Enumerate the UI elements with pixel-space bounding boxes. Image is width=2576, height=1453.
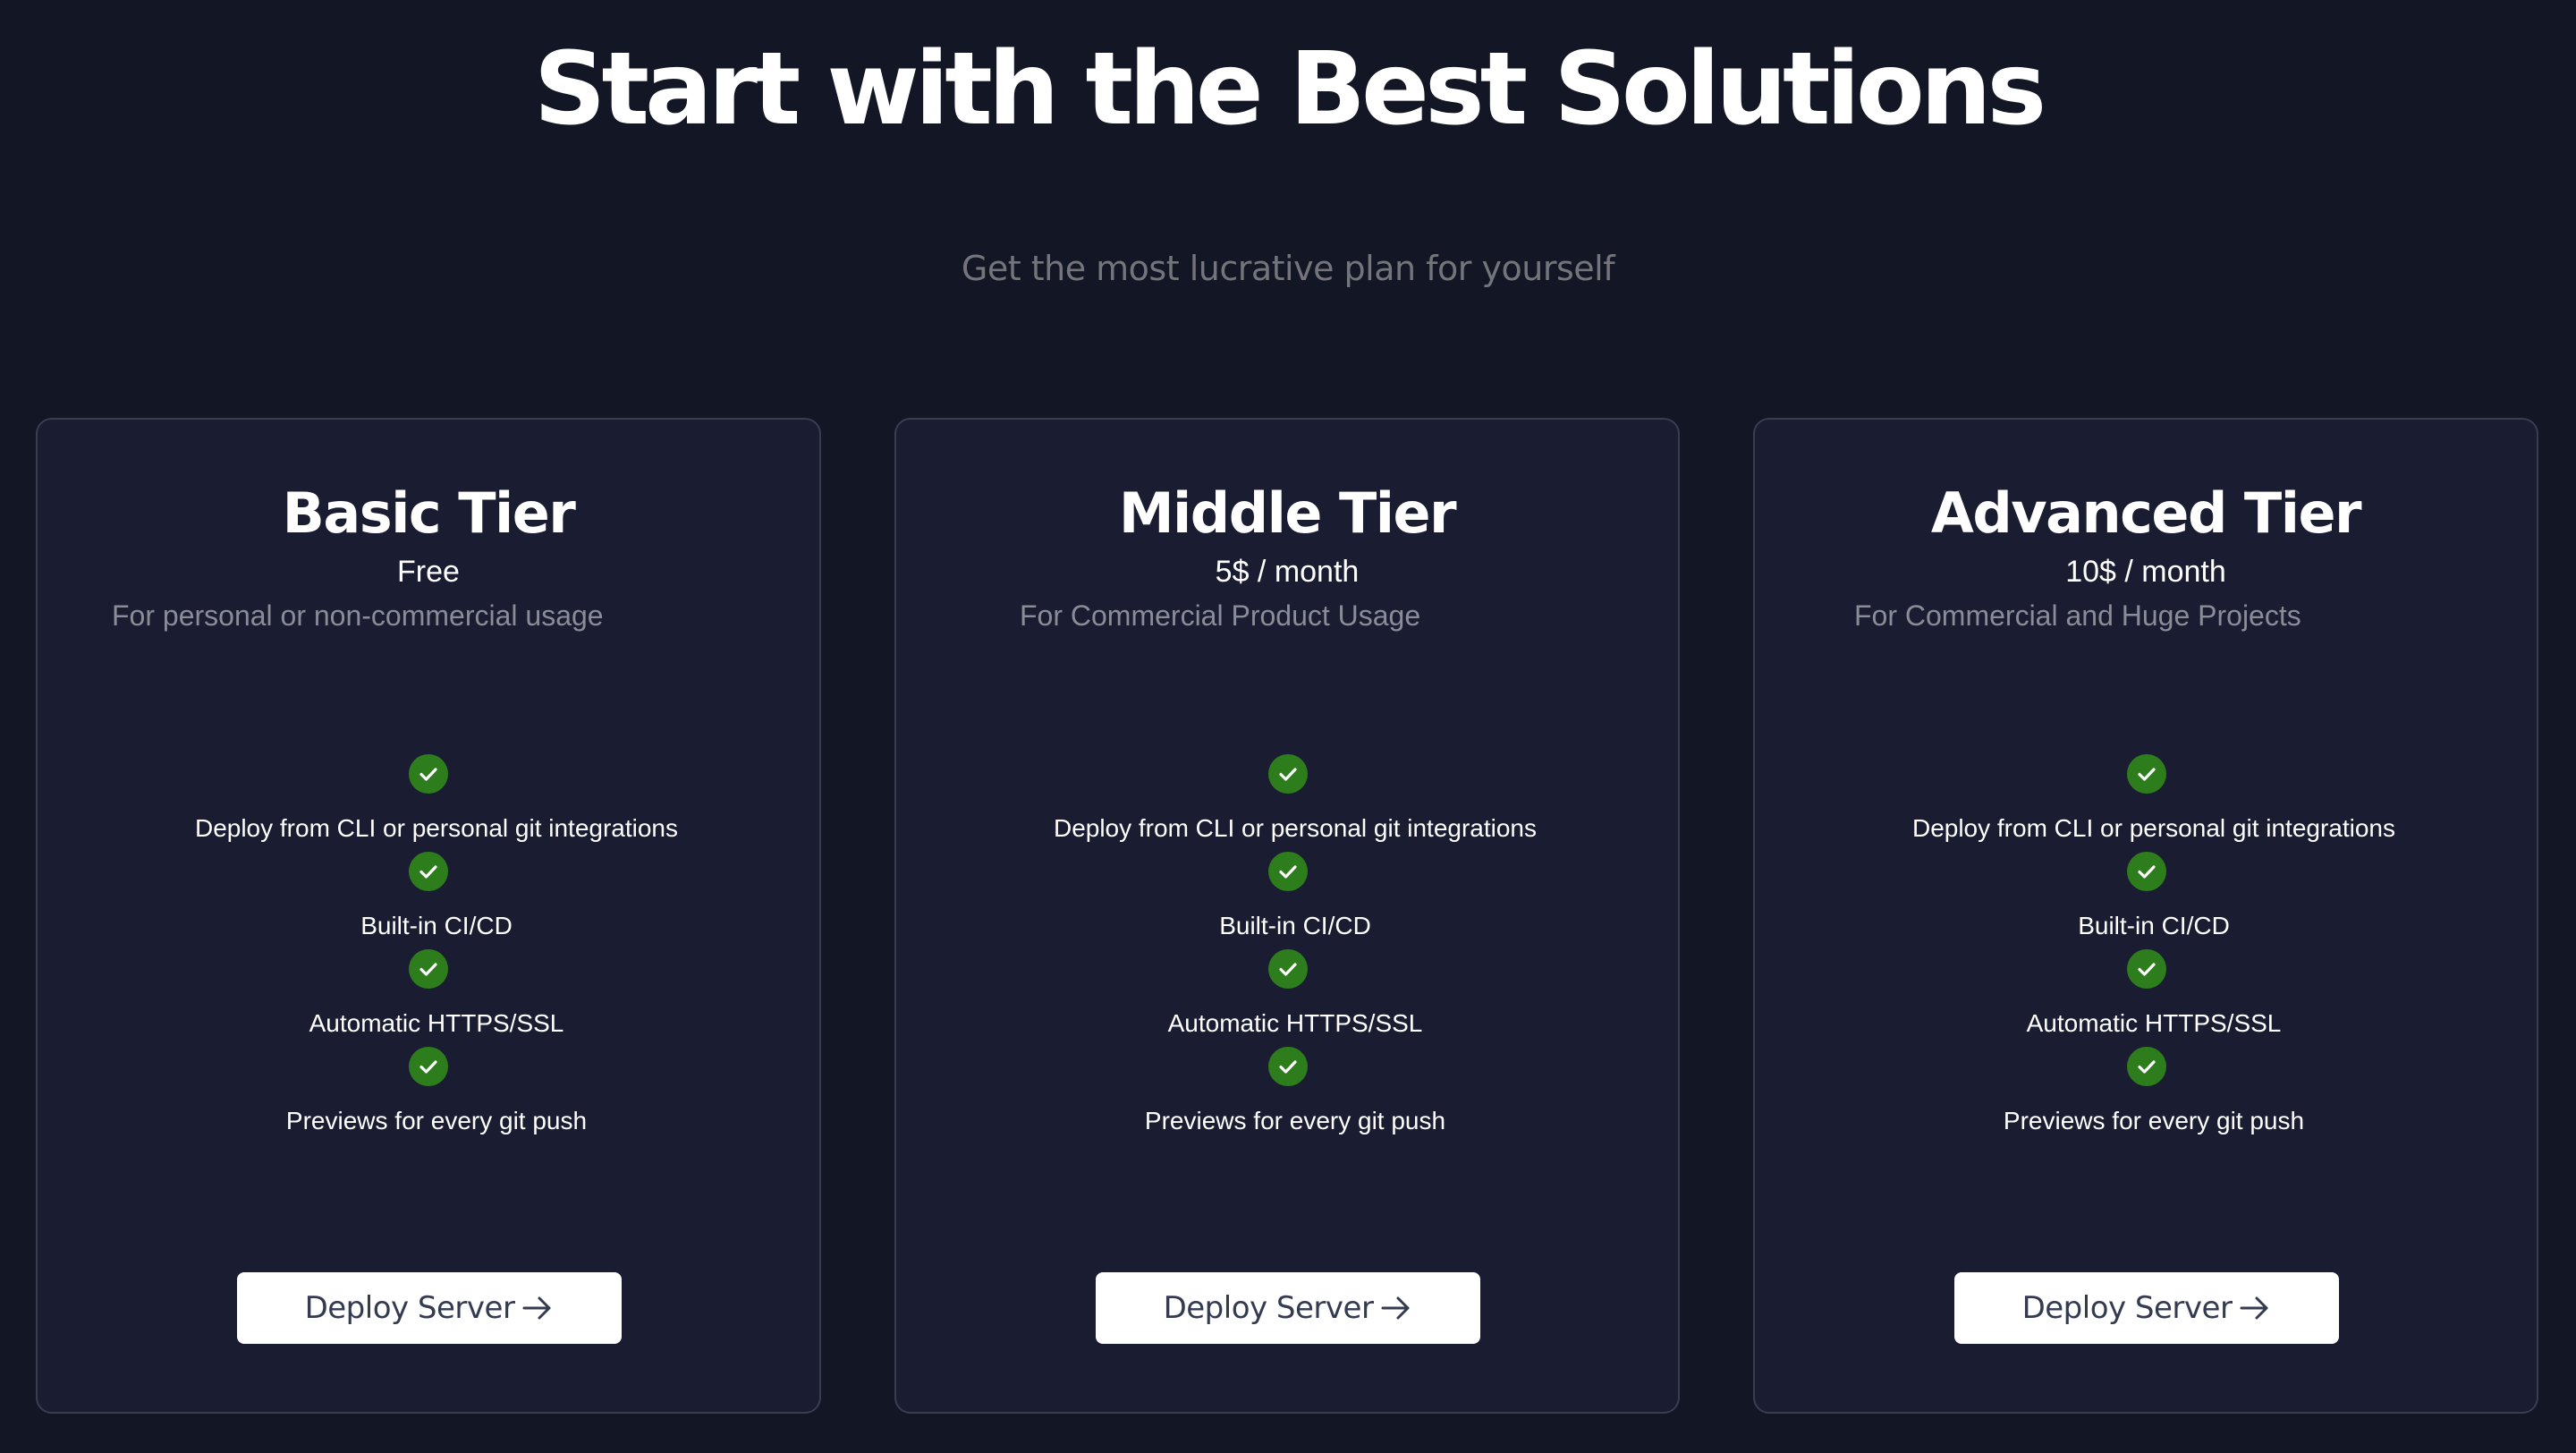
plan-usage: For Commercial Product Usage: [1020, 599, 1421, 632]
page-title: Start with the Best Solutions: [533, 31, 2046, 148]
deploy-server-label: Deploy Server: [304, 1290, 515, 1326]
plan-title: Middle Tier: [1118, 480, 1457, 546]
arrow-right-icon: [2240, 1296, 2268, 1320]
plan-title: Basic Tier: [282, 480, 576, 546]
plan-price: Free: [397, 555, 460, 589]
plan-feature: Automatic HTTPS/SSL: [1167, 1009, 1423, 1037]
check-circle-icon: [1268, 1047, 1308, 1086]
plan-feature: Automatic HTTPS/SSL: [2026, 1009, 2282, 1037]
plan-feature: Previews for every git push: [1144, 1107, 1446, 1134]
check-circle-icon: [409, 754, 448, 794]
plan-feature: Previews for every git push: [285, 1107, 588, 1134]
deploy-server-button[interactable]: Deploy Server: [237, 1272, 622, 1344]
check-circle-icon: [2127, 754, 2166, 794]
plan-title: Advanced Tier: [1930, 480, 2362, 546]
check-circle-icon: [409, 852, 448, 891]
check-circle-icon: [1268, 949, 1308, 989]
plan-feature: Previews for every git push: [2003, 1107, 2305, 1134]
plan-feature: Deploy from CLI or personal git integrat…: [1053, 814, 1538, 842]
check-circle-icon: [1268, 852, 1308, 891]
check-circle-icon: [2127, 949, 2166, 989]
check-circle-icon: [409, 1047, 448, 1086]
deploy-server-button[interactable]: Deploy Server: [1096, 1272, 1480, 1344]
plan-price: 10$ / month: [2065, 555, 2226, 589]
page-subtitle: Get the most lucrative plan for yourself: [961, 249, 1615, 288]
check-circle-icon: [2127, 1047, 2166, 1086]
check-circle-icon: [1268, 754, 1308, 794]
plan-feature: Deploy from CLI or personal git integrat…: [1911, 814, 2396, 842]
deploy-server-button[interactable]: Deploy Server: [1954, 1272, 2339, 1344]
check-circle-icon: [409, 949, 448, 989]
plan-usage: For Commercial and Huge Projects: [1854, 599, 2301, 632]
arrow-right-icon: [1381, 1296, 1410, 1320]
plan-feature: Built-in CI/CD: [1219, 912, 1371, 939]
plan-feature: Deploy from CLI or personal git integrat…: [194, 814, 679, 842]
plan-feature: Built-in CI/CD: [360, 912, 513, 939]
deploy-server-label: Deploy Server: [2021, 1290, 2233, 1326]
deploy-server-label: Deploy Server: [1163, 1290, 1374, 1326]
plan-usage: For personal or non-commercial usage: [112, 599, 604, 632]
check-circle-icon: [2127, 852, 2166, 891]
plan-feature: Built-in CI/CD: [2078, 912, 2230, 939]
plan-feature: Automatic HTTPS/SSL: [309, 1009, 564, 1037]
arrow-right-icon: [522, 1296, 551, 1320]
plan-price: 5$ / month: [1215, 555, 1360, 589]
